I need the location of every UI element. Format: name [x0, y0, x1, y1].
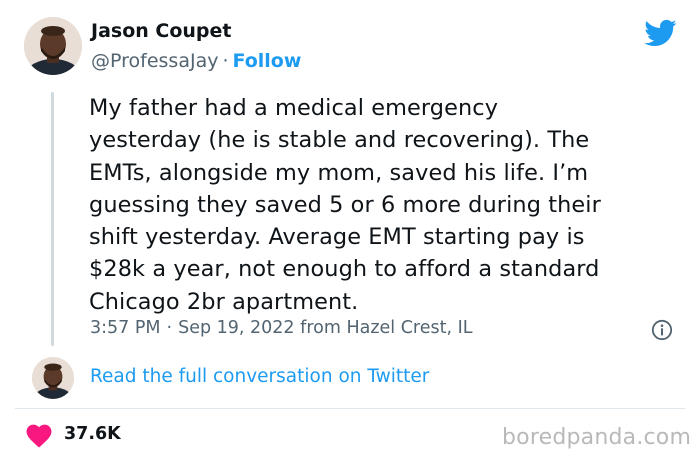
- meta-separator: ·: [166, 318, 173, 338]
- author-handle[interactable]: @ProfessaJay: [91, 50, 218, 72]
- avatar-photo: [32, 357, 74, 399]
- handle-separator: ·: [222, 50, 229, 72]
- watermark: boredpanda.com: [502, 425, 692, 450]
- read-conversation-link[interactable]: Read the full conversation on Twitter: [90, 366, 429, 387]
- divider: [15, 408, 685, 409]
- tweet-time[interactable]: 3:57 PM: [90, 318, 161, 338]
- tweet-line: EMTs, alongside my mom, saved his life. …: [89, 159, 589, 186]
- author-display-name[interactable]: Jason Coupet: [91, 20, 232, 42]
- thread-line: [51, 92, 54, 346]
- tweet-line: Chicago 2br apartment.: [89, 288, 359, 315]
- tweet-line: $28k a year, not enough to afford a stan…: [89, 256, 600, 283]
- tweet-line: shift yesterday. Average EMT starting pa…: [89, 224, 585, 251]
- tweet-line: My father had a medical emergency: [89, 95, 499, 121]
- tweet-line: yesterday (he is stable and recovering).…: [89, 127, 590, 154]
- tweet-location: from Hazel Crest, IL: [300, 318, 473, 338]
- heart-icon[interactable]: [26, 424, 52, 448]
- tweet-date[interactable]: Sep 19, 2022: [178, 318, 294, 338]
- like-count[interactable]: 37.6K: [64, 424, 121, 444]
- author-avatar[interactable]: [24, 17, 82, 75]
- info-icon[interactable]: [651, 319, 673, 341]
- tweet-meta: 3:57 PM · Sep 19, 2022 from Hazel Crest, I…: [90, 318, 473, 338]
- avatar-photo: [24, 17, 82, 75]
- twitter-bird-icon[interactable]: [643, 16, 677, 50]
- conversation-avatar[interactable]: [32, 357, 74, 399]
- tweet-body: My father had a medical emergency yester…: [89, 92, 679, 318]
- author-handle-row: @ProfessaJay · Follow: [91, 50, 301, 72]
- tweet-line: guessing they saved 5 or 6 more during t…: [89, 191, 601, 218]
- follow-button[interactable]: Follow: [233, 50, 302, 72]
